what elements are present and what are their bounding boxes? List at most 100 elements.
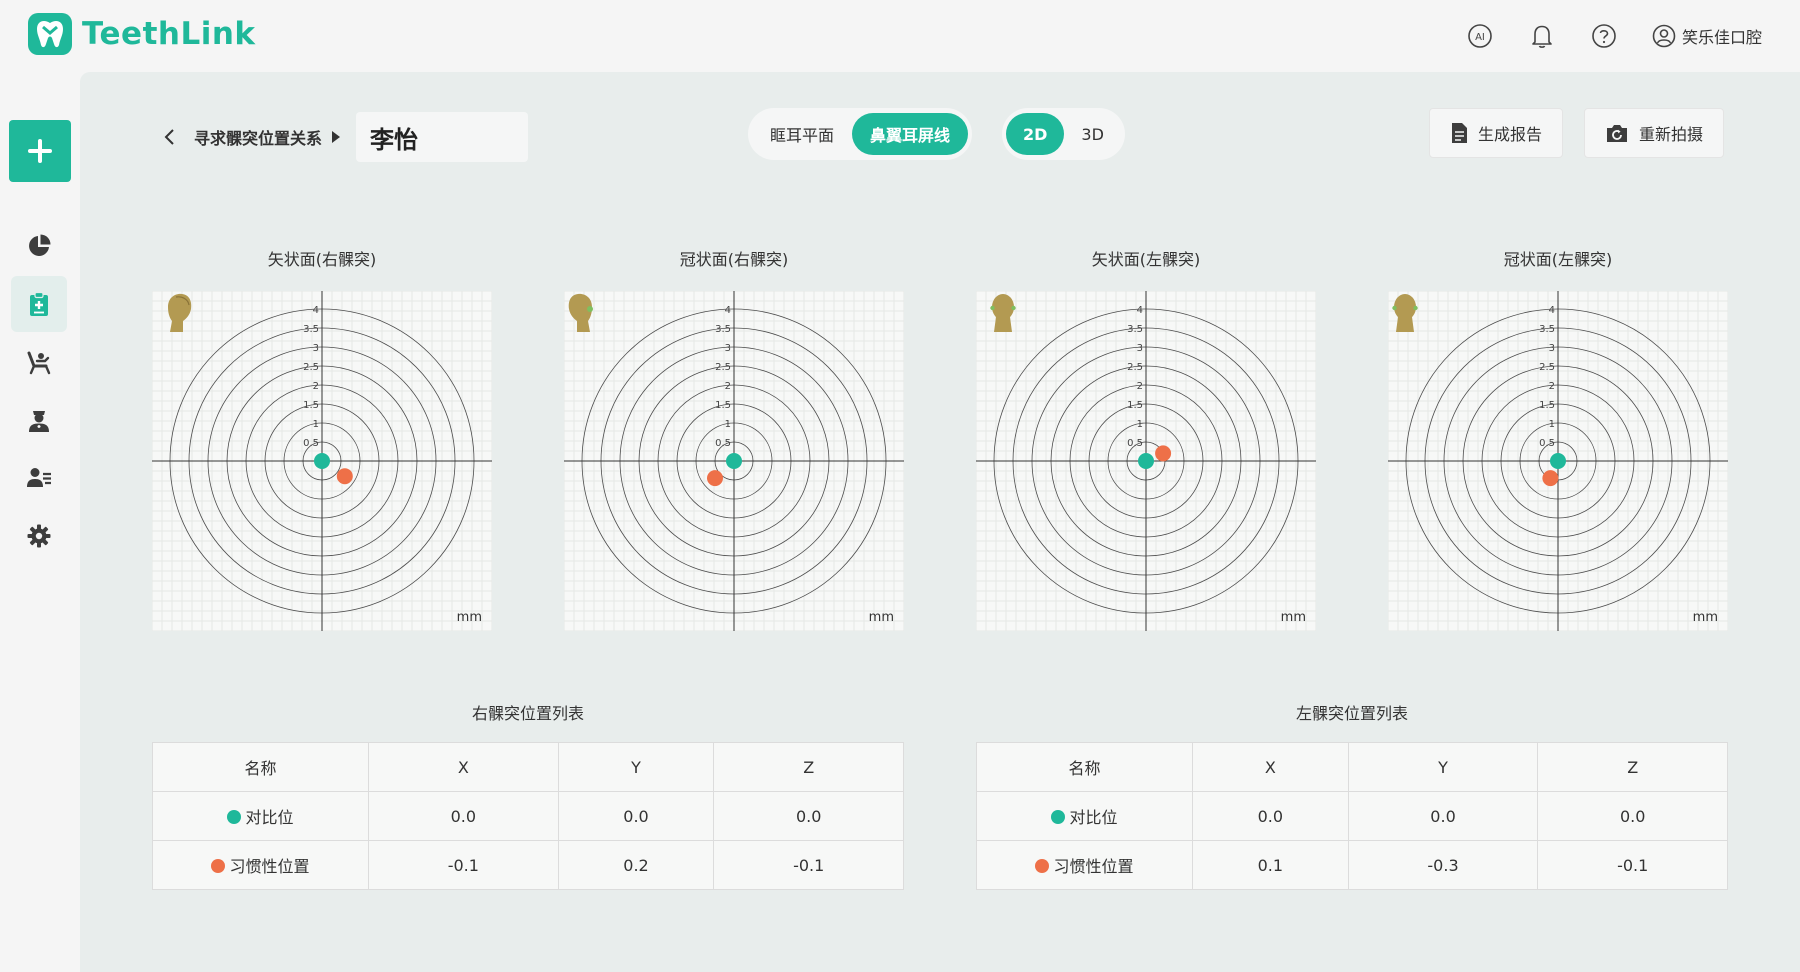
ring-tick-label: 1 xyxy=(1549,419,1555,430)
ring-tick-label: 3 xyxy=(1549,343,1555,354)
column-header: Z xyxy=(713,742,904,792)
ring-tick-label: 2 xyxy=(1137,381,1143,392)
polar-grid-chart: 0.5 1 1.5 2 2.5 3 3.5 4 xyxy=(1388,291,1728,631)
head-model-icon xyxy=(1392,294,1418,332)
ring-tick-label: 2 xyxy=(313,381,319,392)
app-logo[interactable]: TeethLink xyxy=(28,13,256,55)
brand-name: TeethLink xyxy=(82,16,256,52)
column-header: Z xyxy=(1537,742,1728,792)
svg-text:AI: AI xyxy=(1475,32,1485,43)
head-model-icon xyxy=(568,293,593,332)
tooth-logo-icon xyxy=(28,13,72,55)
camera-refresh-icon xyxy=(1607,125,1627,142)
chart-title: 冠状面(左髁突) xyxy=(1503,250,1613,269)
x-cell: -0.1 xyxy=(368,840,559,890)
ring-tick-label: 0.5 xyxy=(1539,438,1555,449)
x-cell: 0.1 xyxy=(1192,840,1349,890)
name-cell: 习惯性位置 xyxy=(152,840,369,890)
table-row[interactable]: 习惯性位置 0.1 -0.3 -0.1 xyxy=(976,840,1728,890)
column-header: 名称 xyxy=(152,742,369,792)
table-row[interactable]: 对比位 0.0 0.0 0.0 xyxy=(976,791,1728,841)
generate-report-button[interactable]: 生成报告 xyxy=(1429,108,1564,158)
ring-tick-label: 3.5 xyxy=(1127,324,1143,335)
y-cell: 0.0 xyxy=(557,791,715,841)
dental-chair-icon xyxy=(27,351,51,375)
patient-name: 李怡 xyxy=(356,112,529,162)
back-button[interactable] xyxy=(158,125,182,149)
reference-dot-icon xyxy=(1051,810,1066,824)
main-content: 寻求髁突位置关系 李怡 眶耳平面 鼻翼耳屏线 2D 3D 生成报告 重新拍摄 矢… xyxy=(80,72,1800,972)
x-cell: 0.0 xyxy=(1192,791,1349,841)
ring-tick-label: 1 xyxy=(1137,419,1143,430)
chart-sagittal-left: 0.5 1 1.5 2 2.5 3 3.5 4 mm xyxy=(976,291,1316,631)
add-button[interactable] xyxy=(9,120,71,182)
y-cell: 0.0 xyxy=(1347,791,1539,841)
column-header: Y xyxy=(557,742,715,792)
polar-grid-chart: 0.5 1 1.5 2 2.5 3 3.5 4 xyxy=(564,291,904,631)
habitual-point xyxy=(1155,445,1172,462)
tab-3d[interactable]: 3D xyxy=(1064,113,1121,155)
chart-title: 冠状面(右髁突) xyxy=(679,250,789,269)
table-header-row: 名称 X Y Z xyxy=(976,742,1728,792)
breadcrumb-title[interactable]: 寻求髁突位置关系 xyxy=(194,125,322,149)
ring-tick-label: 1.5 xyxy=(1539,400,1555,411)
tab-ala-tragus-line[interactable]: 鼻翼耳屏线 xyxy=(852,113,969,155)
ring-tick-label: 0.5 xyxy=(303,438,319,449)
habitual-dot-icon xyxy=(1035,859,1050,873)
sidebar xyxy=(0,72,80,972)
reference-point xyxy=(1138,453,1154,469)
pie-chart-icon xyxy=(29,234,51,256)
table-row[interactable]: 对比位 0.0 0.0 0.0 xyxy=(152,791,904,841)
z-cell: 0.0 xyxy=(713,791,904,841)
table-row[interactable]: 习惯性位置 -0.1 0.2 -0.1 xyxy=(152,840,904,890)
help-icon[interactable] xyxy=(1590,22,1618,50)
ring-tick-label: 0.5 xyxy=(1127,438,1143,449)
y-cell: -0.3 xyxy=(1347,840,1539,890)
reference-point xyxy=(726,453,742,469)
z-cell: -0.1 xyxy=(1537,840,1728,890)
head-model-icon xyxy=(990,294,1016,332)
sidebar-item-patients[interactable] xyxy=(11,450,67,506)
name-cell: 对比位 xyxy=(152,791,369,841)
ring-tick-label: 1.5 xyxy=(715,400,731,411)
left-condyle-table: 名称 X Y Z 对比位 0.0 0.0 0.0 习惯性位置 0.1 -0.3 … xyxy=(976,742,1728,890)
bell-icon[interactable] xyxy=(1528,22,1556,50)
z-cell: 0.0 xyxy=(1537,791,1728,841)
habitual-dot-icon xyxy=(211,859,226,873)
document-icon xyxy=(1452,123,1467,143)
table-header-row: 名称 X Y Z xyxy=(152,742,904,792)
caret-right-icon xyxy=(332,131,341,143)
chart-title: 矢状面(右髁突) xyxy=(267,250,377,269)
top-bar: TeethLink AI 笑乐佳口腔 xyxy=(0,0,1800,72)
z-cell: -0.1 xyxy=(713,840,904,890)
unit-label: mm xyxy=(1692,610,1718,625)
sidebar-item-statistics[interactable] xyxy=(11,218,67,274)
user-menu[interactable]: 笑乐佳口腔 xyxy=(1652,24,1762,48)
ring-tick-label: 4 xyxy=(1549,305,1555,316)
column-header: X xyxy=(368,742,559,792)
name-cell: 对比位 xyxy=(976,791,1193,841)
column-header: X xyxy=(1192,742,1349,792)
tab-2d[interactable]: 2D xyxy=(1006,113,1065,155)
ring-tick-label: 2 xyxy=(1549,381,1555,392)
sidebar-item-settings[interactable] xyxy=(11,508,67,564)
ring-tick-label: 3.5 xyxy=(715,324,731,335)
ai-icon[interactable]: AI xyxy=(1466,22,1494,50)
retake-button[interactable]: 重新拍摄 xyxy=(1584,108,1725,158)
column-header: Y xyxy=(1347,742,1539,792)
sidebar-item-records[interactable] xyxy=(11,276,67,332)
ring-tick-label: 0.5 xyxy=(715,438,731,449)
tab-orbital-ear-plane[interactable]: 眶耳平面 xyxy=(752,113,852,155)
y-cell: 0.2 xyxy=(557,840,715,890)
ring-tick-label: 2.5 xyxy=(715,362,731,373)
habitual-point xyxy=(707,470,723,487)
sidebar-item-treatment[interactable] xyxy=(11,334,67,390)
clipboard-icon xyxy=(30,291,48,316)
chart-coronal-left: 0.5 1 1.5 2 2.5 3 3.5 4 mm xyxy=(1388,291,1728,631)
right-condyle-table: 名称 X Y Z 对比位 0.0 0.0 0.0 习惯性位置 -0.1 0.2 … xyxy=(152,742,904,890)
chart-sagittal-right: 0.5 1 1.5 2 2.5 3 3.5 4 mm xyxy=(152,291,492,631)
sidebar-item-doctors[interactable] xyxy=(11,392,67,448)
retake-label: 重新拍摄 xyxy=(1639,125,1704,144)
ring-tick-label: 4 xyxy=(1137,305,1143,316)
user-name: 笑乐佳口腔 xyxy=(1681,28,1762,47)
